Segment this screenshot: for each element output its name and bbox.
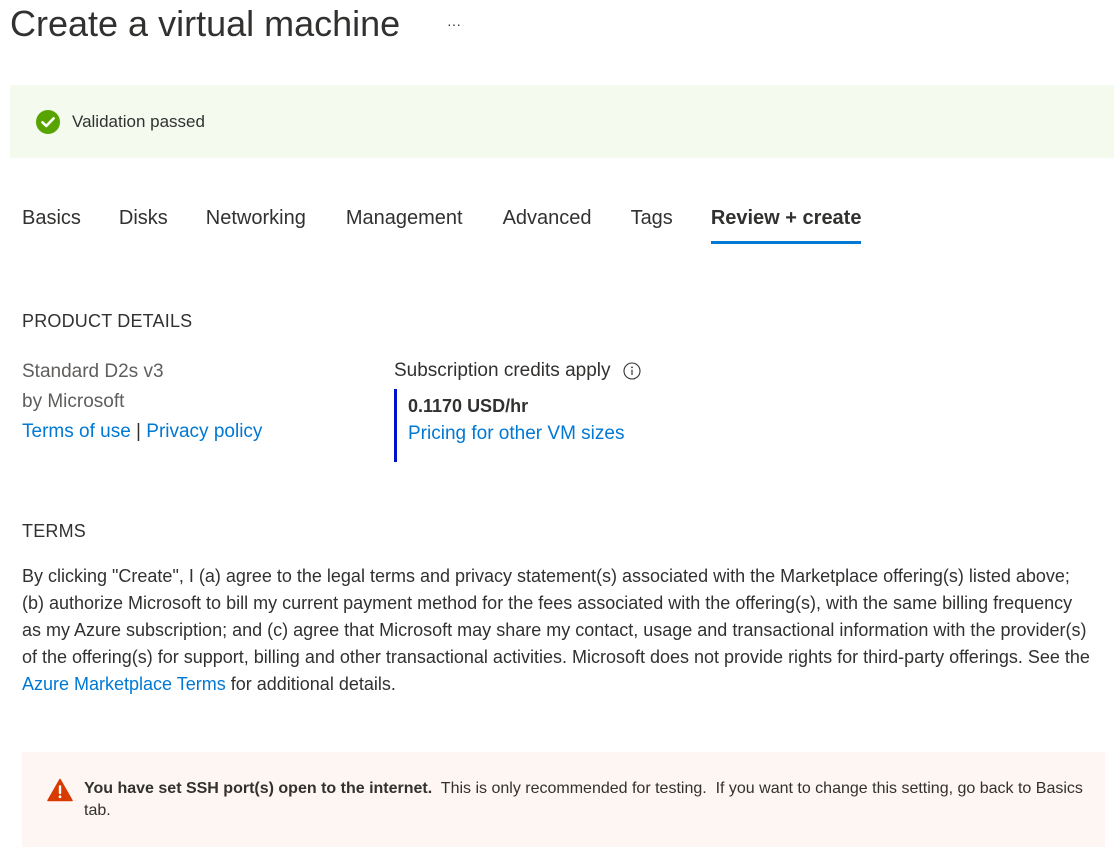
azure-marketplace-terms-link[interactable]: Azure Marketplace Terms [22,674,226,694]
tab-management[interactable]: Management [346,200,463,244]
ssh-warning-banner: You have set SSH port(s) open to the int… [22,752,1105,847]
pricing-other-sizes-link[interactable]: Pricing for other VM sizes [408,419,641,449]
checkmark-circle-icon [36,109,60,134]
info-icon[interactable] [622,362,641,380]
terms-text-part2: for additional details. [225,674,396,694]
price-per-hour: 0.1170 USD/hr [408,396,529,416]
subscription-credits-label: Subscription credits apply [394,360,611,381]
credits-row: Subscription credits apply [394,358,641,384]
product-links: Terms of use | Privacy policy [22,417,262,447]
warning-triangle-icon [47,778,73,802]
tab-review-create[interactable]: Review + create [710,200,861,244]
page-title: Create a virtual machine [10,3,401,44]
tab-basics[interactable]: Basics [22,200,81,244]
product-info: Standard D2s v3 by Microsoft Terms of us… [22,357,262,447]
link-separator: | [136,421,141,442]
terms-of-use-link[interactable]: Terms of use [22,421,131,442]
tab-networking[interactable]: Networking [206,200,306,244]
tab-advanced[interactable]: Advanced [503,200,592,244]
validation-message: Validation passed [72,111,205,131]
tab-tags[interactable]: Tags [631,200,673,244]
terms-body: By clicking "Create", I (a) agree to the… [22,563,1092,698]
tab-disks[interactable]: Disks [119,200,168,244]
product-publisher: by Microsoft [22,391,125,412]
create-vm-page: Create a virtual machine ··· Validation … [0,0,1114,856]
privacy-policy-link[interactable]: Privacy policy [146,421,262,442]
product-name: Standard D2s v3 [22,361,164,382]
terms-text-part1: By clicking "Create", I (a) agree to the… [22,566,1090,667]
validation-banner: Validation passed [10,85,1114,158]
warning-text: You have set SSH port(s) open to the int… [84,778,1084,822]
tab-bar: Basics Disks Networking Management Advan… [22,200,861,244]
product-details-heading: PRODUCT DETAILS [22,311,193,331]
more-options-button[interactable]: ··· [442,12,466,36]
pricing-info: Subscription credits apply 0.1170 USD/hr… [394,358,641,462]
warning-bold-text: You have set SSH port(s) open to the int… [84,780,433,797]
terms-heading: TERMS [22,521,86,541]
price-block: 0.1170 USD/hr Pricing for other VM sizes [394,389,641,462]
